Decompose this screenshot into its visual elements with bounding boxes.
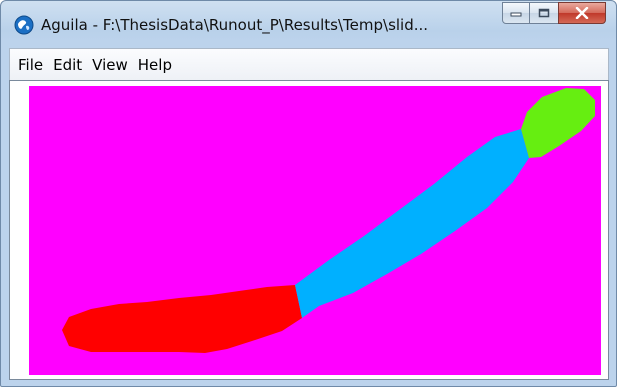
close-icon xyxy=(575,7,589,19)
minimize-icon xyxy=(510,12,522,17)
map-class-blue-zone xyxy=(295,129,529,318)
menu-edit[interactable]: Edit xyxy=(49,54,86,76)
app-window: Aguila - F:\ThesisData\Runout_P\Results\… xyxy=(0,0,617,387)
menu-file[interactable]: File xyxy=(14,54,47,76)
maximize-icon xyxy=(538,8,550,18)
map-class-green-zone xyxy=(521,88,595,158)
minimize-button[interactable] xyxy=(502,2,530,24)
menu-help[interactable]: Help xyxy=(134,54,176,76)
maximize-button[interactable] xyxy=(529,2,559,24)
map-raster xyxy=(62,88,595,353)
caption-buttons xyxy=(502,2,606,24)
map-canvas[interactable] xyxy=(29,86,601,375)
menu-view[interactable]: View xyxy=(88,54,132,76)
map-view-frame xyxy=(9,80,609,380)
window-title: Aguila - F:\ThesisData\Runout_P\Results\… xyxy=(41,16,429,34)
map-class-red-zone xyxy=(62,285,302,353)
title-bar[interactable]: Aguila - F:\ThesisData\Runout_P\Results\… xyxy=(1,1,616,41)
close-button[interactable] xyxy=(558,2,606,24)
aguila-globe-icon[interactable] xyxy=(14,15,34,35)
menu-bar: File Edit View Help xyxy=(9,48,609,80)
